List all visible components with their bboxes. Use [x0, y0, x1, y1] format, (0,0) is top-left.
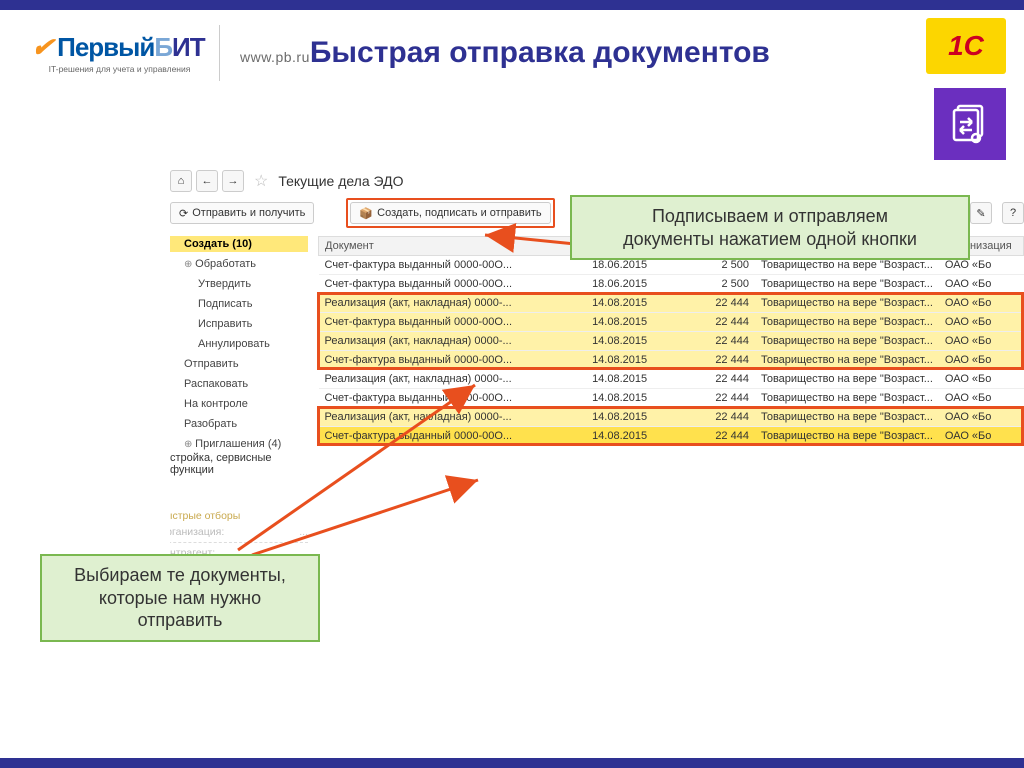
edit-button[interactable]: ✎ [970, 202, 992, 224]
package-icon: 📦 [359, 207, 373, 220]
table-row[interactable]: Счет-фактура выданный 0000-00О...14.08.2… [319, 389, 1024, 408]
slide-header: ✔ПервыйБИТ IT-решения для учета и управл… [0, 18, 1024, 88]
grid-wrap: ДокументДата ↓СуммаКонтрагентОрганизация… [318, 236, 1024, 476]
create-sign-send-button[interactable]: 📦Создать, подписать и отправить [350, 202, 550, 224]
sidebar: Создать (10) Обработать Утвердить Подписать… [170, 236, 308, 476]
slide-top-bar [0, 0, 1024, 10]
table-row[interactable]: Счет-фактура выданный 0000-00О...14.08.2… [319, 351, 1024, 370]
tree-item[interactable]: Распаковать [170, 376, 308, 392]
vendor-url: www.pb.ru [240, 49, 310, 65]
table-row[interactable]: Счет-фактура выданный 0000-00О...14.08.2… [319, 313, 1024, 332]
tree-item[interactable]: Приглашения (4) [170, 436, 308, 452]
service-functions-button[interactable]: стройка, сервисные функции [170, 452, 308, 476]
send-receive-button[interactable]: ⟳Отправить и получить [170, 202, 314, 224]
edo-icon [934, 88, 1006, 160]
tree-item[interactable]: Обработать [170, 256, 308, 272]
forward-button[interactable]: → [222, 170, 244, 192]
back-button[interactable]: ← [196, 170, 218, 192]
table-row[interactable]: Счет-фактура выданный 0000-00О...14.08.2… [319, 427, 1024, 446]
table-row[interactable]: Реализация (акт, накладная) 0000-...14.0… [319, 370, 1024, 389]
tree-item[interactable]: Подписать [170, 296, 308, 312]
one-c-logo: 1С [926, 18, 1006, 74]
vendor-tagline: IT-решения для учета и управления [49, 64, 191, 74]
table-row[interactable]: Реализация (акт, накладная) 0000-...14.0… [319, 332, 1024, 351]
slide-bottom-bar [0, 758, 1024, 768]
filter-row[interactable]: Организация:... [170, 526, 308, 538]
table-row[interactable]: Реализация (акт, накладная) 0000-...14.0… [319, 294, 1024, 313]
tree-item[interactable]: На контроле [170, 396, 308, 412]
slide-title: Быстрая отправка документов [310, 36, 770, 70]
favorite-icon[interactable]: ☆ [254, 171, 268, 191]
tree-item[interactable]: Аннулировать [170, 336, 308, 352]
vendor-logo: ✔ПервыйБИТ IT-решения для учета и управл… [0, 25, 220, 81]
tree-item[interactable]: Утвердить [170, 276, 308, 292]
callout-select-docs: Выбираем те документы, которые нам нужно… [40, 554, 320, 642]
tree-item[interactable]: Отправить [170, 356, 308, 372]
help-button[interactable]: ? [1002, 202, 1024, 224]
callout-sign-send: Подписываем и отправляем документы нажат… [570, 195, 970, 260]
table-row[interactable]: Реализация (акт, накладная) 0000-...14.0… [319, 408, 1024, 427]
tree-item[interactable]: Создать (10) [170, 236, 308, 252]
create-sign-send-highlight: 📦Создать, подписать и отправить [346, 198, 554, 228]
documents-grid[interactable]: ДокументДата ↓СуммаКонтрагентОрганизация… [318, 236, 1024, 446]
tree-item[interactable]: Исправить [170, 316, 308, 332]
table-row[interactable]: Счет-фактура выданный 0000-00О...18.06.2… [319, 275, 1024, 294]
grid-column-header[interactable]: Документ [319, 237, 587, 256]
home-button[interactable]: ⌂ [170, 170, 192, 192]
tree-item[interactable]: Разобрать [170, 416, 308, 432]
refresh-icon: ⟳ [179, 207, 188, 220]
view-title: Текущие дела ЭДО [278, 173, 403, 189]
filters-header: Быстрые отборы [170, 510, 308, 522]
